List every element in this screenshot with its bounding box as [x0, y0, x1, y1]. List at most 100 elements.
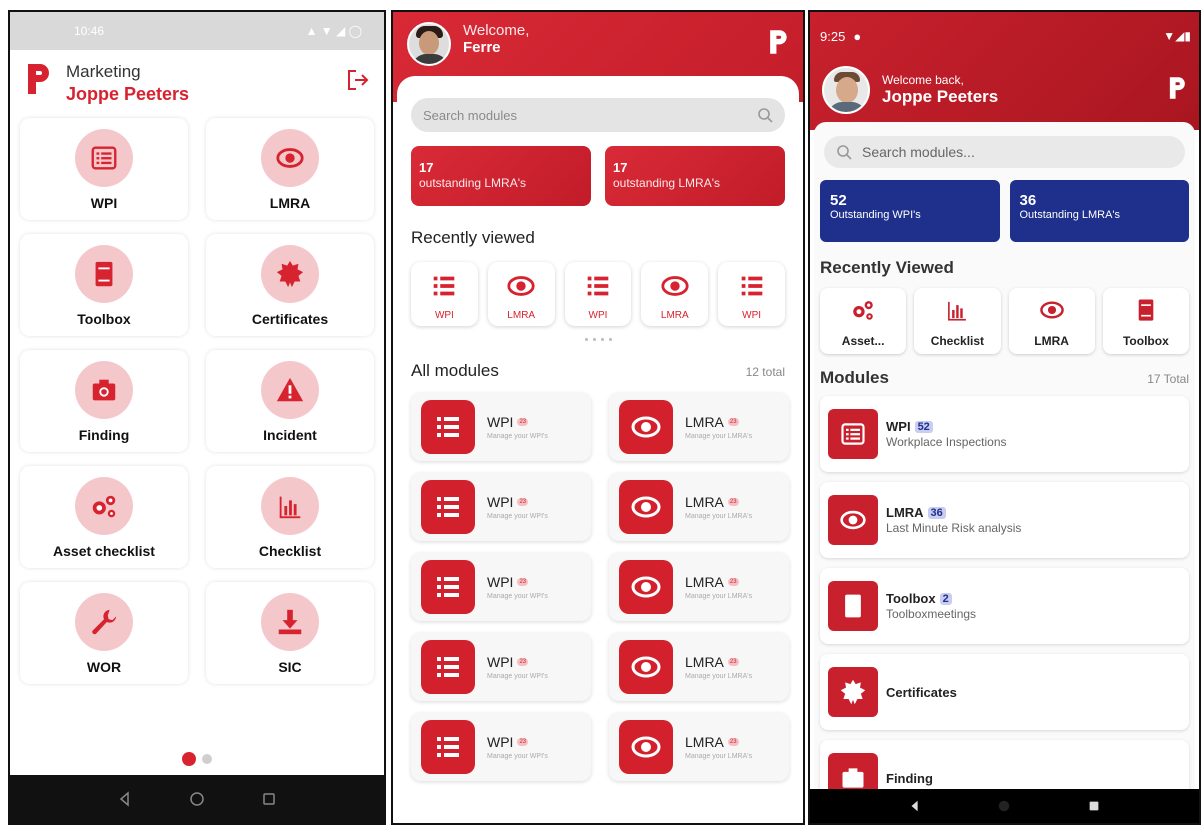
- status-bar: 9:25 ● ▼◢▮: [810, 12, 1199, 60]
- modules-title: Modules: [820, 368, 889, 387]
- carousel-dots: [411, 338, 785, 341]
- module-name: Finding: [886, 770, 933, 786]
- tile-label: Certificates: [251, 311, 329, 327]
- module-card[interactable]: LMRA 23 Manage your LMRA's: [609, 393, 789, 461]
- status-bar: 10:46 ▲ ▼ ◢ ◯: [10, 12, 384, 50]
- recent-item[interactable]: Checklist: [914, 288, 1001, 354]
- eye-icon: [619, 720, 673, 774]
- module-card[interactable]: LMRA 23 Manage your LMRA's: [609, 633, 789, 701]
- module-subtitle: Toolboxmeetings: [886, 607, 977, 621]
- count-badge: 36: [927, 506, 946, 519]
- recent-item[interactable]: Toolbox: [1102, 288, 1189, 354]
- count-badge: 23: [727, 418, 739, 426]
- home-icon[interactable]: [189, 791, 205, 807]
- module-card[interactable]: LMRA 23 Manage your LMRA's: [609, 713, 789, 781]
- search-icon: [837, 145, 852, 160]
- phone-dashboard-red: Welcome, Ferre Search modules 17 outstan…: [391, 10, 805, 825]
- module-tile-finding[interactable]: Finding: [20, 350, 188, 452]
- book-icon: [828, 581, 878, 631]
- list-icon: [421, 560, 475, 614]
- search-input[interactable]: Search modules...: [824, 136, 1185, 168]
- recent-list: WPI LMRA WPI LMRA WPI: [411, 262, 785, 326]
- home-icon[interactable]: [997, 799, 1011, 813]
- gears-icon: [850, 297, 876, 328]
- recent-label: Checklist: [930, 334, 985, 348]
- app-logo: [1167, 75, 1187, 106]
- module-tile-checklist[interactable]: Checklist: [206, 466, 374, 568]
- module-tile-wor[interactable]: WOR: [20, 582, 188, 684]
- recents-icon[interactable]: [1087, 799, 1101, 813]
- avatar[interactable]: [407, 22, 451, 66]
- stat-number: 17: [419, 160, 434, 175]
- stat-card[interactable]: 36 Outstanding LMRA's: [1009, 180, 1189, 242]
- recent-item[interactable]: LMRA: [487, 262, 555, 326]
- back-icon[interactable]: [117, 791, 133, 807]
- count-badge: 52: [914, 420, 933, 433]
- recent-item[interactable]: WPI: [564, 262, 632, 326]
- count-badge: 23: [727, 738, 739, 746]
- tile-label: Asset checklist: [53, 543, 155, 559]
- page-indicator: [10, 752, 384, 766]
- welcome-text: Welcome back,: [882, 73, 964, 87]
- recent-label: LMRA: [507, 310, 536, 321]
- download-icon: [261, 593, 319, 651]
- module-name: LMRA: [685, 734, 724, 750]
- module-row[interactable]: WPI 52 Workplace Inspections: [820, 396, 1189, 472]
- recent-item[interactable]: WPI: [718, 262, 785, 326]
- recent-list: Asset... Checklist LMRA Toolbox: [820, 288, 1189, 354]
- recent-item[interactable]: LMRA: [641, 262, 709, 326]
- module-tile-sic[interactable]: SIC: [206, 582, 374, 684]
- module-card[interactable]: WPI 23 Manage your WPI's: [411, 713, 591, 781]
- back-icon[interactable]: [908, 799, 922, 813]
- module-row[interactable]: LMRA 36 Last Minute Risk analysis: [820, 482, 1189, 558]
- module-row[interactable]: Toolbox 2 Toolboxmeetings: [820, 568, 1189, 644]
- tile-label: SIC: [278, 659, 302, 675]
- module-card[interactable]: LMRA 23 Manage your LMRA's: [609, 553, 789, 621]
- stat-text: outstanding LMRA's: [419, 176, 527, 190]
- gears-icon: [75, 477, 133, 535]
- module-tile-incident[interactable]: Incident: [206, 350, 374, 452]
- eye-icon: [505, 271, 537, 306]
- module-card[interactable]: WPI 23 Manage your WPI's: [411, 633, 591, 701]
- module-row[interactable]: Finding: [820, 740, 1189, 789]
- module-card[interactable]: WPI 23 Manage your WPI's: [411, 553, 591, 621]
- welcome-text: Welcome,: [463, 22, 530, 39]
- module-row[interactable]: Certificates: [820, 654, 1189, 730]
- page-dot[interactable]: [202, 754, 212, 764]
- module-subtitle: Manage your LMRA's: [685, 433, 753, 440]
- page-dot-active[interactable]: [182, 752, 196, 766]
- module-tile-wpi[interactable]: WPI: [20, 118, 188, 220]
- module-tile-certificates[interactable]: Certificates: [206, 234, 374, 336]
- stat-card[interactable]: 52 Outstanding WPI's: [820, 180, 1000, 242]
- stat-card[interactable]: 17 outstanding LMRA's: [605, 146, 785, 206]
- module-subtitle: Manage your WPI's: [487, 673, 548, 680]
- module-subtitle: Manage your LMRA's: [685, 753, 753, 760]
- recents-icon[interactable]: [261, 791, 277, 807]
- warning-icon: [261, 361, 319, 419]
- module-card[interactable]: LMRA 23 Manage your LMRA's: [609, 473, 789, 541]
- stat-card[interactable]: 17 outstanding LMRA's: [411, 146, 591, 206]
- recent-item[interactable]: WPI: [411, 262, 478, 326]
- search-input[interactable]: Search modules: [411, 98, 785, 132]
- module-tile-toolbox[interactable]: Toolbox: [20, 234, 188, 336]
- search-placeholder: Search modules...: [862, 144, 975, 160]
- eye-icon: [619, 560, 673, 614]
- module-grid: WPI 23 Manage your WPI's LMRA 23 Manage yo…: [411, 393, 789, 781]
- eye-icon: [659, 271, 691, 306]
- module-tile-asset-checklist[interactable]: Asset checklist: [20, 466, 188, 568]
- search-placeholder: Search modules: [423, 107, 517, 123]
- content-card: Search modules 17 outstanding LMRA's 17 …: [397, 76, 799, 823]
- app-logo: [767, 28, 789, 61]
- department-label: Marketing: [66, 62, 141, 81]
- logout-icon[interactable]: [346, 68, 370, 92]
- recent-item[interactable]: Asset...: [820, 288, 907, 354]
- module-name: LMRA: [685, 494, 724, 510]
- recent-item[interactable]: LMRA: [1008, 288, 1095, 354]
- bar-chart-icon: [944, 297, 970, 328]
- module-card[interactable]: WPI 23 Manage your WPI's: [411, 473, 591, 541]
- module-tile-lmra[interactable]: LMRA: [206, 118, 374, 220]
- module-card[interactable]: WPI 23 Manage your WPI's: [411, 393, 591, 461]
- system-nav-bar: [810, 789, 1199, 823]
- avatar[interactable]: [822, 66, 870, 114]
- recent-title: Recently viewed: [411, 228, 535, 247]
